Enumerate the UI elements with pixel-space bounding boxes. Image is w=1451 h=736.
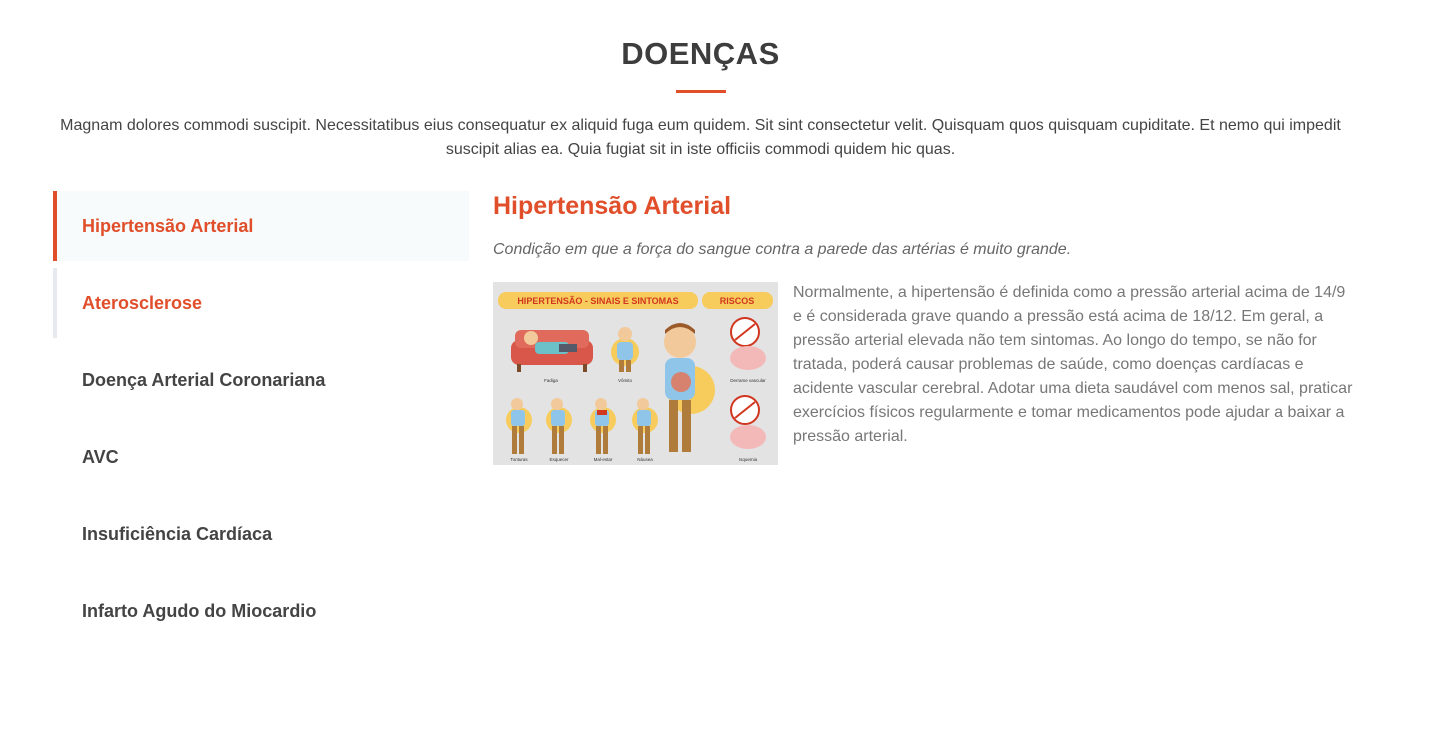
title-underline	[676, 90, 726, 93]
caption-mal-estar: Mal-estar	[594, 457, 613, 462]
infographic-banner-left: HIPERTENSÃO - SINAIS E SINTOMAS	[517, 296, 678, 306]
infographic-banner-right: RISCOS	[720, 296, 755, 306]
caption-nausea: Náusea	[637, 457, 653, 462]
section-intro: Magnam dolores commodi suscipit. Necessi…	[60, 117, 1341, 158]
caption-vomito: Vômito	[618, 378, 633, 383]
caption-esquecer: Esquecer	[549, 457, 569, 462]
content-title: Hipertensão Arterial	[493, 192, 732, 220]
caption-fadiga: Fadiga	[544, 378, 558, 383]
caption-tonturas: Tonturas	[510, 457, 528, 462]
tab-content-panel: Hipertensão Arterial Condição em que a f…	[493, 191, 1353, 465]
content-body-text: Normalmente, a hipertensão é definida co…	[793, 284, 1353, 445]
tab-hipertensao-arterial[interactable]: Hipertensão Arterial	[53, 191, 469, 261]
tab-infarto-agudo-do-miocardio[interactable]: Infarto Agudo do Miocardio	[53, 576, 469, 646]
infographic-illustration: HIPERTENSÃO - SINAIS E SINTOMAS RISCOS F…	[493, 282, 778, 465]
tab-aterosclerose[interactable]: Aterosclerose	[53, 268, 469, 338]
content-subtitle: Condição em que a força do sangue contra…	[493, 241, 1072, 258]
tab-insuficiencia-cardiaca[interactable]: Insuficiência Cardíaca	[53, 499, 469, 569]
caption-isquemia: Isquemia	[739, 457, 758, 462]
tab-avc[interactable]: AVC	[53, 422, 469, 492]
tab-doenca-arterial-coronariana[interactable]: Doença Arterial Coronariana	[53, 345, 469, 415]
hypertension-infographic: HIPERTENSÃO - SINAIS E SINTOMAS RISCOS F…	[493, 282, 778, 465]
disease-tab-list: Hipertensão Arterial Aterosclerose Doenç…	[53, 191, 469, 653]
section-title: DOENÇAS	[621, 36, 780, 71]
caption-derrame: Derrame vascular	[730, 378, 766, 383]
